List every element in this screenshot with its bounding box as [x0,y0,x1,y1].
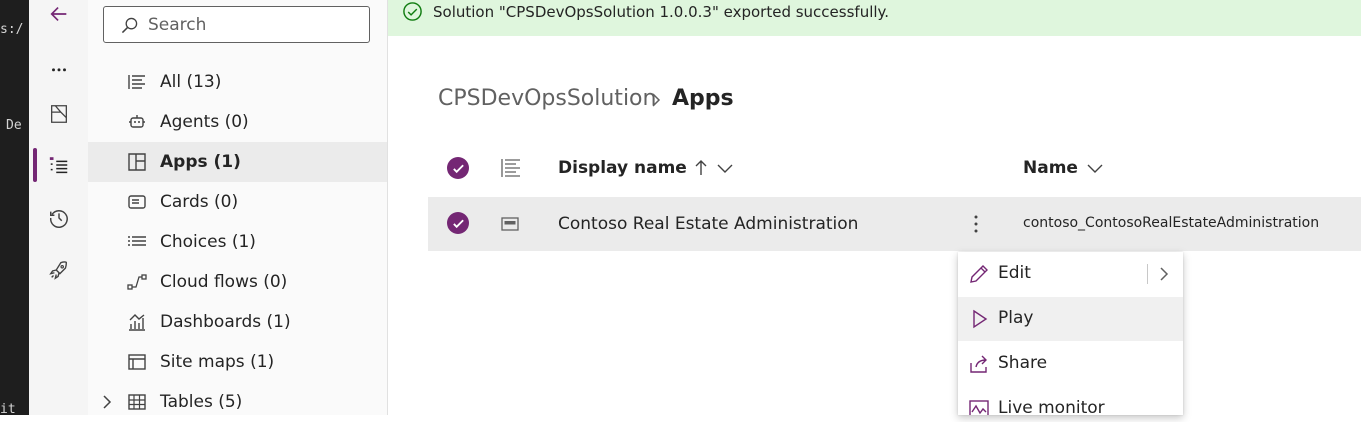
chevron-right-icon[interactable] [100,395,114,409]
menu-item-live-monitor[interactable]: Live monitor [958,387,1183,415]
nav-item-label: Cards (0) [160,192,239,212]
pencil-icon [970,265,988,283]
search-icon [121,17,138,34]
nav-item-label: Dashboards (1) [160,312,291,332]
objects-pane: Search All (13) Agents (0) Apps (1) Card… [88,0,388,415]
nav-item-all[interactable]: All (13) [88,62,387,102]
table-icon [126,391,148,413]
bot-icon [126,111,148,133]
nav-item-label: Choices (1) [160,232,256,252]
rail-pipelines-button[interactable] [29,250,88,290]
menu-item-label: Live monitor [998,398,1105,415]
sort-ascending-icon [695,160,707,175]
rail-objects-button[interactable] [29,145,88,185]
nav-item-label: Cloud flows (0) [160,272,288,292]
back-arrow-icon [49,6,66,22]
divider [1147,264,1148,284]
chevron-right-icon[interactable] [1157,266,1171,282]
chevron-down-icon[interactable] [1087,162,1103,174]
menu-item-play[interactable]: Play [958,297,1183,341]
editor-line: De [6,118,22,133]
box-icon [50,105,67,123]
nav-item-choices[interactable]: Choices (1) [88,222,387,262]
left-rail [29,0,89,415]
nav-item-label: Apps (1) [160,152,241,172]
nav-item-cards[interactable]: Cards (0) [88,182,387,222]
breadcrumb-root[interactable]: CPSDevOpsSolution [438,86,656,111]
editor-line: it [0,402,16,415]
rail-history-button[interactable] [29,198,88,238]
nav-item-apps[interactable]: Apps (1) [88,142,387,182]
choices-list-icon [126,231,148,253]
menu-item-label: Edit [998,263,1031,283]
row-display-name[interactable]: Contoso Real Estate Administration [558,214,858,234]
objects-list-icon [49,157,67,174]
row-name: contoso_ContosoRealEstateAdministration [1023,215,1320,231]
chevron-down-icon[interactable] [717,162,733,174]
success-banner: Solution "CPSDevOpsSolution 1.0.0.3" exp… [388,0,1361,36]
rail-overview-button[interactable] [29,94,88,134]
menu-item-label: Play [998,308,1034,328]
search-input[interactable]: Search [103,6,370,43]
nav-item-site-maps[interactable]: Site maps (1) [88,342,387,382]
column-header-label: Name [1023,158,1078,178]
editor-line: s:/ [0,22,24,37]
more-button[interactable] [29,48,88,88]
select-all-checkbox[interactable] [447,157,469,179]
back-button[interactable] [29,0,88,34]
nav-item-cloud-flows[interactable]: Cloud flows (0) [88,262,387,302]
rocket-icon [48,261,67,280]
card-icon [126,191,148,213]
live-monitor-icon [969,400,989,415]
success-check-icon [403,2,422,21]
column-header-display-name[interactable]: Display name [558,158,733,178]
nav-item-agents[interactable]: Agents (0) [88,102,387,142]
menu-item-label: Share [998,353,1048,373]
site-map-icon [126,351,148,373]
dashboard-icon [126,311,148,333]
app-layout-icon [126,151,148,173]
nav-item-label: Agents (0) [160,112,249,132]
nav-item-label: Tables (5) [160,392,243,412]
breadcrumb-chevron-icon [652,93,661,107]
context-menu: Edit Play Share Live monitor [958,252,1183,415]
flow-icon [126,271,148,293]
checkmark-icon [452,164,464,173]
canvas-app-icon [501,217,519,231]
history-icon [49,210,68,228]
table-row[interactable]: Contoso Real Estate Administration conto… [428,197,1361,251]
checkmark-icon [452,219,464,228]
row-checkbox[interactable] [447,212,469,234]
column-type-list-icon [501,159,520,177]
breadcrumb-current: Apps [672,86,734,111]
column-header-label: Display name [558,158,687,178]
list-icon [126,71,148,93]
menu-item-share[interactable]: Share [958,342,1183,386]
nav-item-dashboards[interactable]: Dashboards (1) [88,302,387,342]
nav-item-label: All (13) [160,72,222,92]
play-icon [973,309,988,329]
nav-item-label: Site maps (1) [160,352,275,372]
nav-item-tables[interactable]: Tables (5) [88,382,387,422]
menu-item-edit[interactable]: Edit [958,252,1183,296]
search-placeholder: Search [148,15,207,35]
more-icon [51,68,66,72]
banner-message: Solution "CPSDevOpsSolution 1.0.0.3" exp… [433,3,890,21]
share-icon [970,355,987,373]
more-vertical-icon[interactable] [972,213,980,235]
editor-strip: s:/ De it [0,0,29,415]
column-header-name[interactable]: Name [1023,158,1103,178]
